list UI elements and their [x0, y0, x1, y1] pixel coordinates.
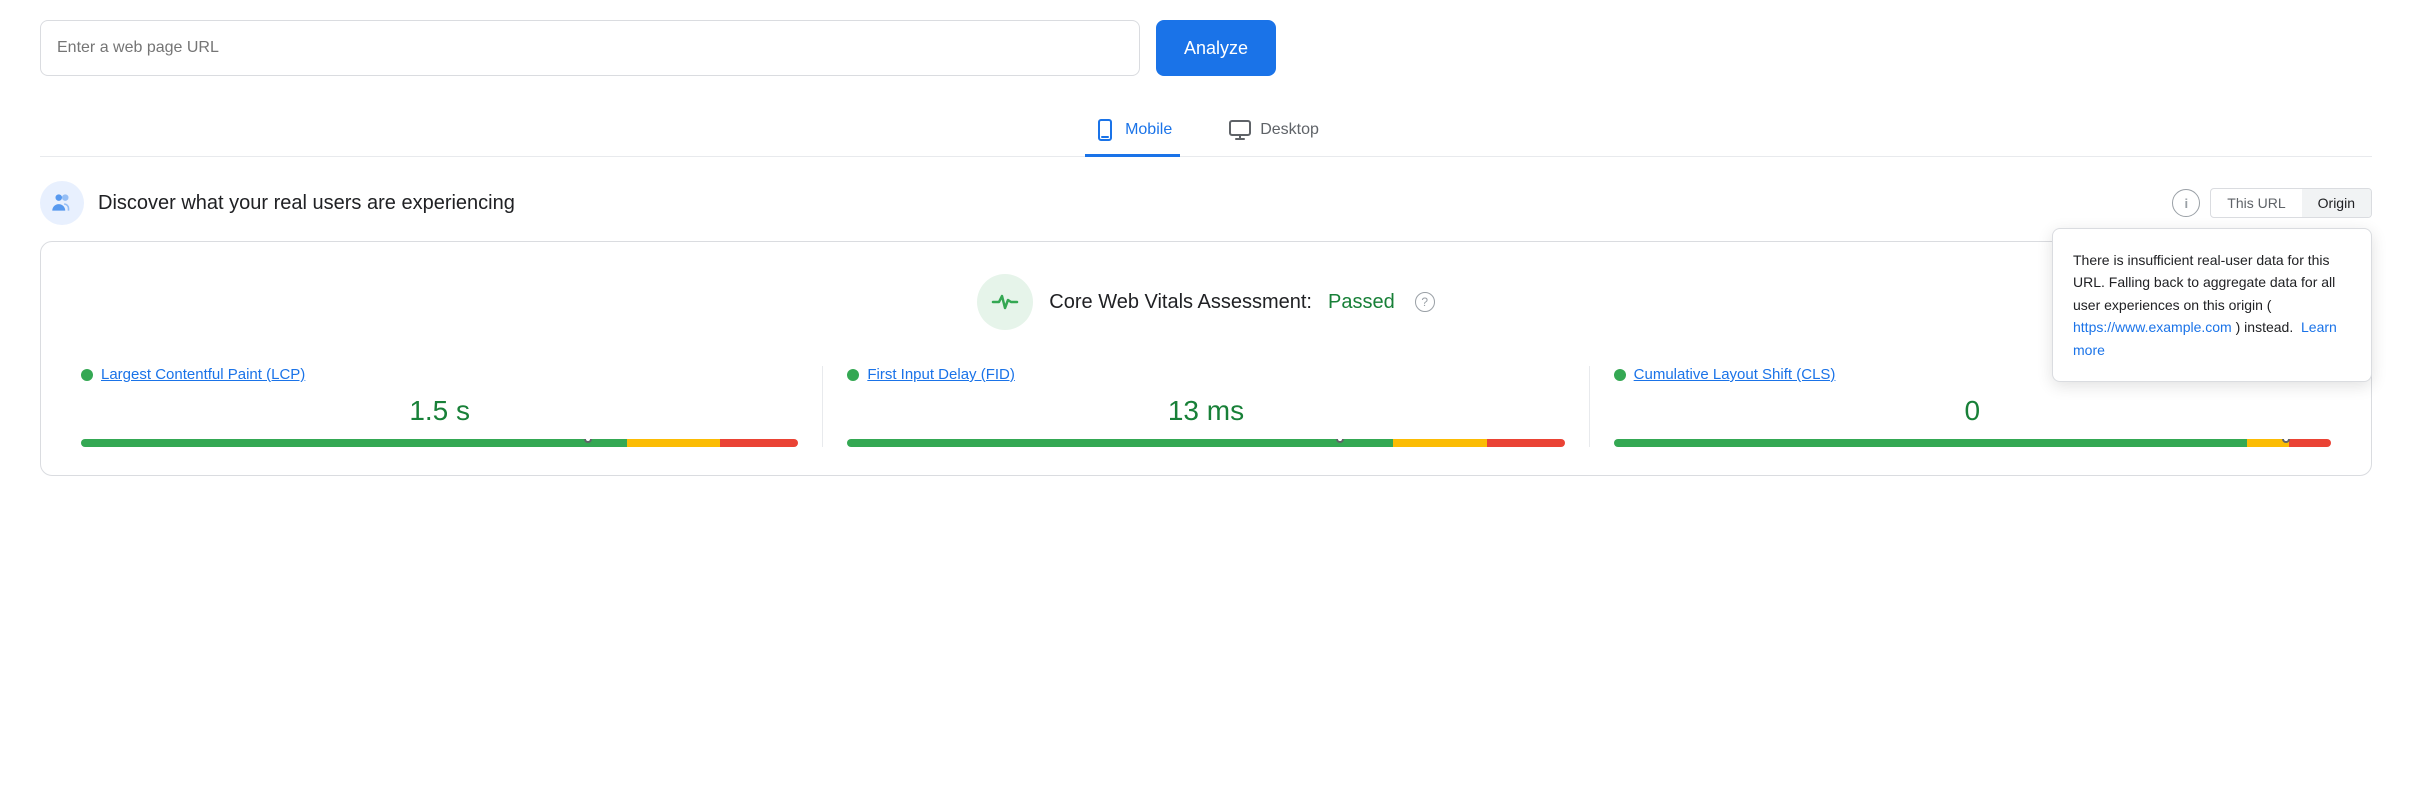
cls-label[interactable]: Cumulative Layout Shift (CLS): [1634, 366, 1836, 383]
tooltip-text-before: There is insufficient real-user data for…: [2073, 252, 2335, 313]
top-bar: https://www.example.com/page1 Analyze: [0, 0, 2412, 96]
assessment-status: Passed: [1328, 291, 1395, 314]
cls-value: 0: [1614, 395, 2331, 427]
fid-value: 13 ms: [847, 395, 1564, 427]
cls-indicator-dot: [2282, 439, 2290, 443]
assessment-row: Core Web Vitals Assessment: Passed ?: [81, 274, 2331, 330]
this-url-button[interactable]: This URL: [2211, 189, 2301, 217]
metric-lcp-label-row: Largest Contentful Paint (LCP): [81, 366, 798, 383]
toggle-group: This URL Origin: [2210, 188, 2372, 218]
tooltip-text-after: ) instead.: [2236, 319, 2294, 335]
fid-bar-orange: [1393, 439, 1487, 447]
assessment-label: Core Web Vitals Assessment:: [1049, 291, 1312, 314]
url-input[interactable]: https://www.example.com/page1: [40, 20, 1140, 76]
analyze-button[interactable]: Analyze: [1156, 20, 1276, 76]
section-title-group: Discover what your real users are experi…: [40, 181, 515, 225]
users-icon: [49, 190, 75, 216]
tab-desktop-label: Desktop: [1260, 121, 1319, 139]
assessment-icon: [977, 274, 1033, 330]
tab-mobile-label: Mobile: [1125, 121, 1172, 139]
desktop-icon: [1228, 118, 1252, 142]
lcp-bar-red: [720, 439, 798, 447]
assessment-help-icon[interactable]: ?: [1415, 292, 1435, 312]
metrics-row: Largest Contentful Paint (LCP) 1.5 s Fir…: [81, 366, 2331, 447]
cls-bar-red: [2289, 439, 2331, 447]
lcp-label[interactable]: Largest Contentful Paint (LCP): [101, 366, 305, 383]
main-card: Core Web Vitals Assessment: Passed ? Lar…: [40, 241, 2372, 476]
section-title: Discover what your real users are experi…: [98, 192, 515, 215]
fid-label[interactable]: First Input Delay (FID): [867, 366, 1015, 383]
info-icon: i: [2184, 196, 2188, 211]
info-button[interactable]: i: [2172, 189, 2200, 217]
fid-status-dot: [847, 369, 859, 381]
metric-fid: First Input Delay (FID) 13 ms: [823, 366, 1589, 447]
metric-lcp: Largest Contentful Paint (LCP) 1.5 s: [81, 366, 823, 447]
tabs-row: Mobile Desktop: [40, 96, 2372, 157]
fid-progress-bar: [847, 439, 1564, 447]
metric-fid-label-row: First Input Delay (FID): [847, 366, 1564, 383]
section-icon: [40, 181, 84, 225]
fid-indicator-dot: [1336, 439, 1344, 443]
lcp-value: 1.5 s: [81, 395, 798, 427]
cls-bar-green: [1614, 439, 2247, 447]
lcp-bar-green: [81, 439, 627, 447]
origin-button[interactable]: Origin: [2302, 189, 2371, 217]
lcp-status-dot: [81, 369, 93, 381]
mobile-icon: [1093, 118, 1117, 142]
cls-indicator: [2281, 439, 2291, 447]
section-header: Discover what your real users are experi…: [0, 157, 2412, 241]
url-origin-toggle: i This URL Origin There is insufficient …: [2172, 188, 2372, 218]
tooltip-url-link[interactable]: https://www.example.com: [2073, 319, 2232, 335]
vitals-icon: [989, 286, 1021, 318]
tooltip-box: There is insufficient real-user data for…: [2052, 228, 2372, 382]
lcp-bar-orange: [627, 439, 721, 447]
lcp-progress-bar: [81, 439, 798, 447]
tab-desktop[interactable]: Desktop: [1220, 106, 1327, 157]
lcp-indicator: [583, 439, 593, 447]
fid-bar-green: [847, 439, 1393, 447]
cls-progress-bar: [1614, 439, 2331, 447]
cls-status-dot: [1614, 369, 1626, 381]
fid-indicator: [1335, 439, 1345, 447]
lcp-indicator-dot: [584, 439, 592, 443]
tab-mobile[interactable]: Mobile: [1085, 106, 1180, 157]
fid-bar-red: [1487, 439, 1565, 447]
